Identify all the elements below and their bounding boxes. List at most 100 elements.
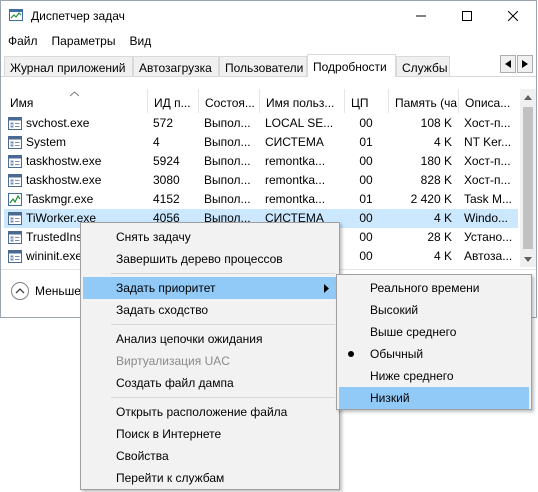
column-user[interactable]: Имя польз...	[259, 89, 344, 113]
table-row[interactable]: taskhostw.exe 3080 Выпол... remontka... 00 82…	[4, 171, 518, 190]
cell-name: System	[26, 135, 67, 149]
cell-cpu: 00	[359, 230, 373, 244]
cell-cpu: 00	[359, 211, 373, 225]
cell-pid: 5924	[153, 154, 180, 168]
menu-search-online[interactable]: Поиск в Интернете	[83, 423, 337, 445]
menu-file[interactable]: Файл	[1, 31, 45, 53]
cell-mem: 4 K	[433, 135, 452, 149]
cell-user: remontka...	[265, 192, 326, 206]
service-icon	[8, 250, 22, 263]
service-icon	[8, 136, 22, 149]
cell-name: taskhostw.exe	[26, 173, 102, 187]
column-memory[interactable]: Память (ча...	[388, 89, 458, 113]
priority-normal[interactable]: Обычный	[339, 343, 529, 365]
minimize-button[interactable]	[398, 1, 444, 31]
cell-mem: 828 K	[420, 173, 452, 187]
tab-services[interactable]: Службы	[396, 56, 450, 76]
priority-submenu: Реального времени Высокий Выше среднего …	[336, 274, 532, 410]
cell-pid: 4152	[153, 192, 180, 206]
cell-cpu: 00	[359, 249, 373, 263]
table-row[interactable]: svchost.exe 572 Выпол... LOCAL SE... 00 108 K…	[4, 114, 518, 133]
tab-scroll-right[interactable]	[517, 55, 533, 73]
cell-desc: Хост-п...	[464, 173, 511, 187]
cell-desc: Устано...	[464, 230, 513, 244]
menu-properties[interactable]: Свойства	[83, 445, 337, 467]
service-icon	[8, 155, 22, 168]
service-icon	[8, 231, 22, 244]
cell-user: LOCAL SE...	[265, 116, 334, 130]
priority-below-normal[interactable]: Ниже среднего	[339, 365, 529, 387]
menu-create-dump-file[interactable]: Создать файл дампа	[83, 372, 337, 394]
column-name[interactable]: Имя	[4, 89, 147, 113]
cell-desc: NT Ker...	[464, 135, 512, 149]
close-button[interactable]	[490, 1, 536, 31]
fewer-details-button[interactable]	[11, 282, 29, 300]
fewer-details-label[interactable]: Меньше	[35, 284, 81, 298]
menu-set-affinity[interactable]: Задать сходство	[83, 299, 337, 321]
arrow-left-icon	[505, 60, 511, 68]
priority-above-normal[interactable]: Выше среднего	[339, 321, 529, 343]
arrow-right-icon	[522, 60, 528, 68]
tab-users[interactable]: Пользователи	[219, 56, 307, 76]
tab-scroll-left[interactable]	[500, 55, 516, 73]
cell-state: Выпол...	[204, 173, 251, 187]
cell-mem: 4 K	[433, 211, 452, 225]
vertical-scrollbar[interactable]	[520, 89, 536, 267]
menu-end-task[interactable]: Снять задачу	[83, 226, 337, 248]
cell-mem: 180 K	[420, 154, 452, 168]
menu-uac-virtualization: Виртуализация UAC	[116, 354, 230, 368]
cell-desc: Хост-п...	[464, 116, 511, 130]
menu-end-process-tree[interactable]: Завершить дерево процессов	[83, 248, 337, 270]
cell-mem: 2 420 K	[410, 192, 452, 206]
cell-name: taskhostw.exe	[26, 154, 102, 168]
title-bar[interactable]: Диспетчер задач	[1, 1, 536, 31]
table-row[interactable]: taskhostw.exe 5924 Выпол... remontka... 00 18…	[4, 152, 518, 171]
chevron-up-icon	[15, 288, 25, 294]
menu-bar: Файл Параметры Вид	[1, 31, 536, 53]
maximize-button[interactable]	[444, 1, 490, 31]
priority-realtime[interactable]: Реального времени	[339, 277, 529, 299]
arrow-down-icon	[524, 256, 532, 262]
service-icon	[8, 117, 22, 130]
scroll-down-button[interactable]	[520, 251, 536, 267]
column-status[interactable]: Состоя...	[198, 89, 259, 113]
menu-analyze-wait-chain[interactable]: Анализ цепочки ожидания	[83, 328, 337, 350]
cell-pid: 572	[153, 116, 174, 130]
cell-state: Выпол...	[204, 192, 251, 206]
menu-options[interactable]: Параметры	[45, 31, 123, 53]
cell-name: Taskmgr.exe	[26, 192, 94, 206]
arrow-up-icon	[524, 94, 532, 100]
submenu-arrow-icon	[324, 282, 329, 296]
context-menu: Снять задачу Завершить дерево процессов …	[80, 222, 340, 490]
priority-low[interactable]: Низкий	[339, 387, 529, 409]
scroll-thumb[interactable]	[523, 107, 533, 249]
cell-cpu: 00	[359, 154, 373, 168]
tab-strip: Журнал приложений Автозагрузка Пользоват…	[1, 54, 536, 77]
cell-state: Выпол...	[204, 116, 251, 130]
table-row[interactable]: System 4 Выпол... СИСТЕМА 01 4 K NT Ker...	[4, 133, 518, 152]
tab-details[interactable]: Подробности	[307, 54, 396, 77]
tab-startup[interactable]: Автозагрузка	[133, 56, 219, 76]
task-manager-icon	[9, 9, 23, 21]
column-description[interactable]: Описа...	[458, 89, 518, 113]
menu-open-file-location[interactable]: Открыть расположение файла	[83, 401, 337, 423]
cell-desc: Автоза...	[464, 249, 513, 263]
column-cpu[interactable]: ЦП	[344, 89, 388, 113]
cell-cpu: 01	[359, 135, 373, 149]
menu-set-priority[interactable]: Задать приоритет	[83, 277, 337, 299]
cell-user: СИСТЕМА	[265, 135, 324, 149]
sort-up-icon	[69, 89, 80, 100]
cell-pid: 4	[153, 135, 160, 149]
menu-view[interactable]: Вид	[122, 31, 158, 53]
service-icon	[8, 174, 22, 187]
scroll-up-button[interactable]	[520, 89, 536, 105]
column-pid[interactable]: ИД п...	[147, 89, 198, 113]
priority-high[interactable]: Высокий	[339, 299, 529, 321]
menu-separator	[111, 273, 335, 274]
close-icon	[508, 11, 518, 21]
cell-cpu: 01	[359, 192, 373, 206]
menu-go-to-services[interactable]: Перейти к службам	[83, 467, 337, 489]
table-row[interactable]: Taskmgr.exe 4152 Выпол... remontka... 01 2 42…	[4, 190, 518, 209]
cell-mem: 108 K	[420, 116, 452, 130]
tab-app-history[interactable]: Журнал приложений	[4, 56, 133, 76]
